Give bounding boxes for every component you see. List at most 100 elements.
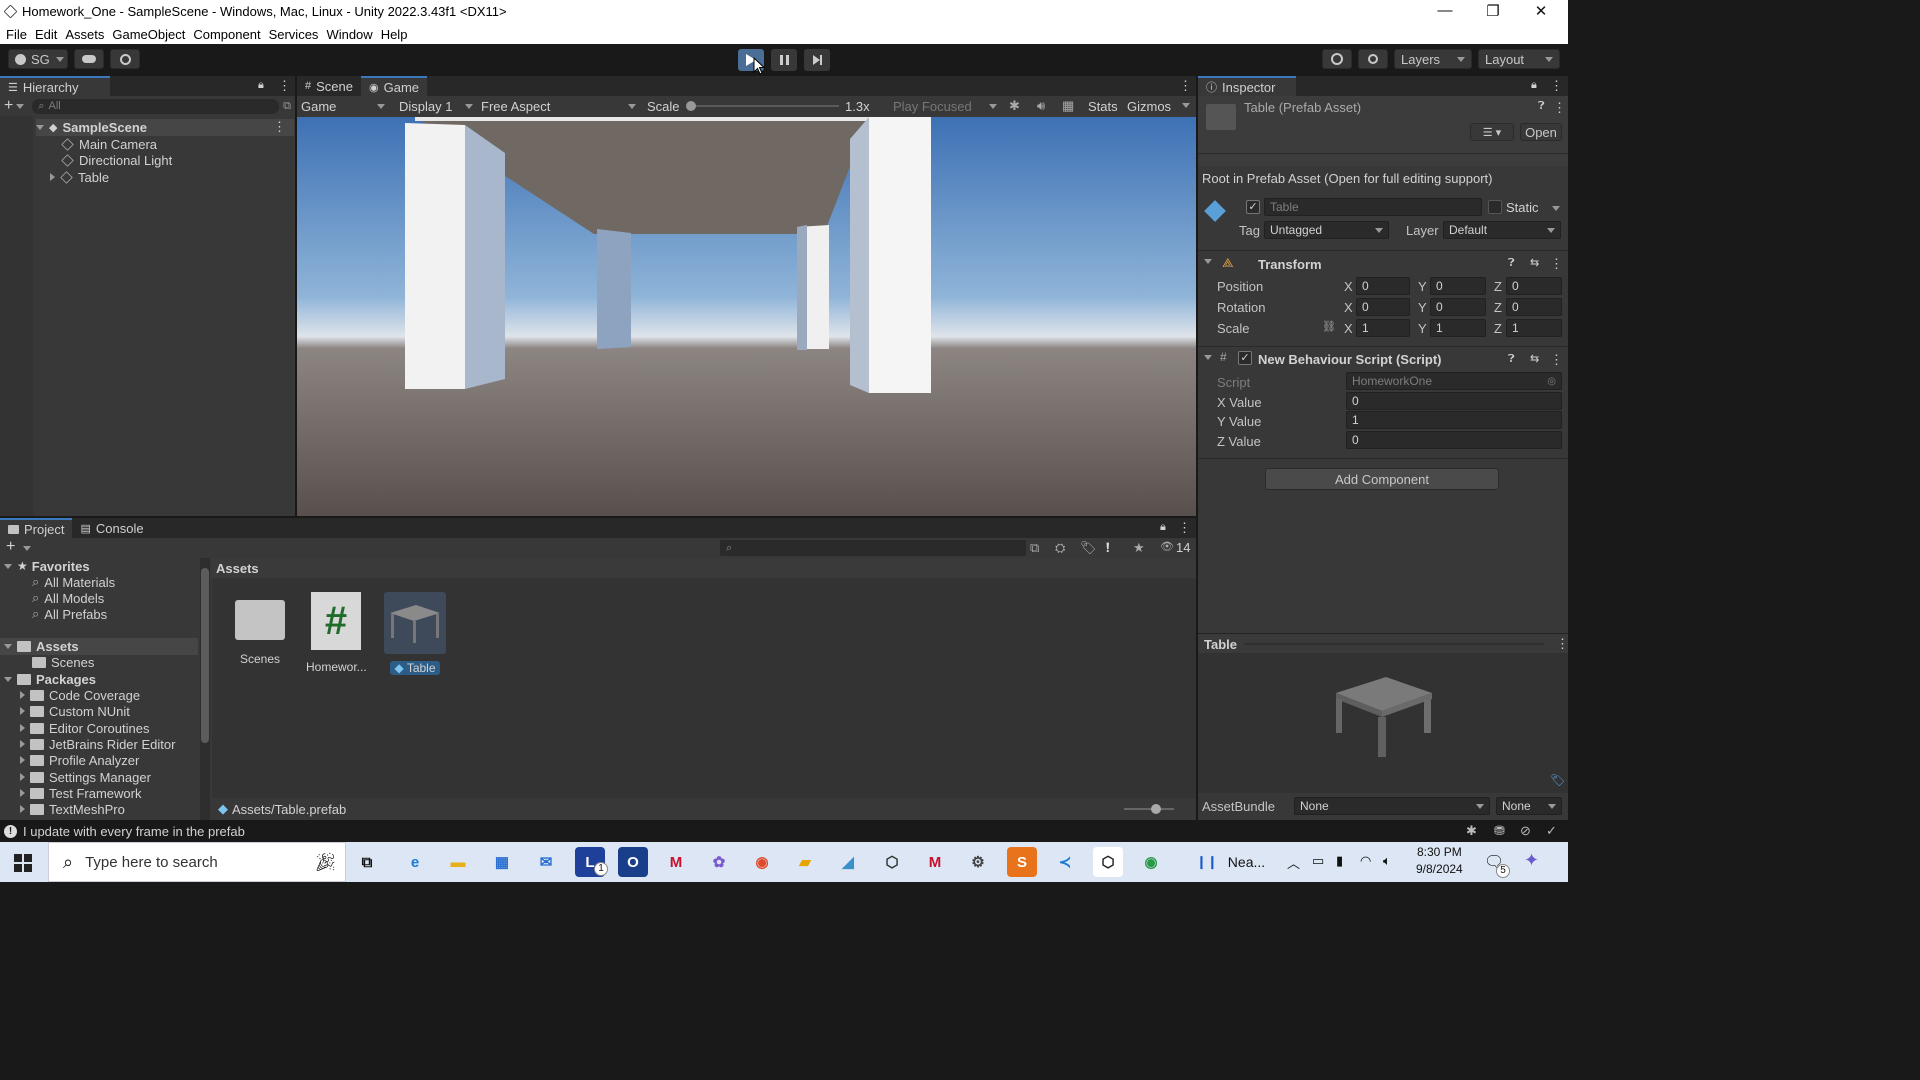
scene-row[interactable]: ◆ SampleScene ⋮ xyxy=(36,119,294,136)
hierarchy-item[interactable]: Directional Light xyxy=(61,152,172,169)
icon-size-slider-handle[interactable] xyxy=(1151,804,1161,814)
chevron-down-icon[interactable] xyxy=(23,546,31,551)
favorite-star-icon[interactable]: ★ xyxy=(1133,540,1145,556)
app-o-icon[interactable]: O xyxy=(618,847,648,877)
hierarchy-item[interactable]: Main Camera xyxy=(61,136,157,153)
account-dropdown[interactable]: SG xyxy=(8,49,68,69)
lock-icon[interactable]: 🔒︎ xyxy=(1531,79,1537,92)
name-field[interactable]: Table xyxy=(1264,198,1482,216)
add-component-button[interactable]: Add Component xyxy=(1265,468,1499,490)
expand-icon[interactable] xyxy=(20,805,25,814)
collapse-icon[interactable] xyxy=(1204,259,1212,264)
tab-inspector[interactable]: ⓘ Inspector xyxy=(1198,76,1296,96)
filter-type-icon[interactable]: ⛭ xyxy=(1055,540,1065,556)
link-icon[interactable]: ⛓ xyxy=(1322,320,1336,333)
expand-icon[interactable] xyxy=(4,643,12,649)
mail-icon[interactable]: ✉ xyxy=(531,847,561,877)
preview-area[interactable]: 🏷︎ xyxy=(1198,653,1568,793)
bug-icon[interactable]: ✱ xyxy=(1009,98,1020,114)
chrome-icon[interactable]: ◉ xyxy=(747,847,777,877)
settings-icon[interactable]: ⋮ xyxy=(1550,352,1563,368)
scale-slider-handle[interactable] xyxy=(686,101,696,111)
menu-component[interactable]: Component xyxy=(193,27,260,42)
meet-icon[interactable]: ▭ xyxy=(1312,853,1324,869)
status-message[interactable]: I update with every frame in the prefab xyxy=(23,824,245,839)
scale-z-field[interactable]: 1 xyxy=(1506,319,1562,337)
package-item[interactable]: TextMeshPro xyxy=(20,801,125,818)
active-checkbox[interactable]: ✓ xyxy=(1246,200,1260,214)
collab-button[interactable] xyxy=(110,49,140,69)
tab-console[interactable]: ▤ Console xyxy=(72,518,151,538)
settings-icon[interactable]: ⋮ xyxy=(1553,100,1566,116)
breadcrumb[interactable]: Assets xyxy=(212,558,1196,578)
lock-icon[interactable]: 🔒︎ xyxy=(1160,521,1166,534)
unity-hub-icon[interactable]: ⬡ xyxy=(877,847,907,877)
cache-icon[interactable]: ⛃ xyxy=(1494,823,1505,839)
cloud-button[interactable] xyxy=(74,49,104,69)
chevron-down-icon[interactable] xyxy=(1182,103,1190,108)
more-icon[interactable]: ⋮ xyxy=(1178,520,1191,536)
expand-icon[interactable] xyxy=(4,676,12,682)
rotation-x-field[interactable]: 0 xyxy=(1356,298,1410,316)
expand-icon[interactable] xyxy=(20,707,25,716)
edge-icon[interactable]: e xyxy=(400,847,430,877)
volume-icon[interactable]: 🔈︎ xyxy=(1383,853,1391,869)
expand-icon[interactable] xyxy=(20,789,25,798)
expand-icon[interactable] xyxy=(50,173,55,182)
layer-dropdown[interactable]: Default xyxy=(1443,221,1561,239)
copilot-app-icon[interactable]: ✿ xyxy=(704,847,734,877)
tab-scene[interactable]: # Scene xyxy=(297,76,361,96)
add-icon[interactable]: + xyxy=(4,97,13,115)
layout-dropdown[interactable]: Layout xyxy=(1478,49,1560,69)
z-value-field[interactable]: 0 xyxy=(1346,431,1562,449)
package-item[interactable]: Settings Manager xyxy=(20,769,151,786)
menu-help[interactable]: Help xyxy=(381,27,408,42)
more-icon[interactable]: ⋮ xyxy=(1550,78,1563,94)
y-value-field[interactable]: 1 xyxy=(1346,411,1562,429)
filter-label-icon[interactable]: 🏷︎ xyxy=(1080,540,1097,556)
search-by-type-icon[interactable]: ⧉ xyxy=(1030,540,1039,556)
weather-widget[interactable]: ❙❙ Nea... xyxy=(1196,852,1265,872)
scale-x-field[interactable]: 1 xyxy=(1356,319,1410,337)
package-item[interactable]: Custom NUnit xyxy=(20,703,130,720)
pause-button[interactable] xyxy=(771,49,797,71)
x-value-field[interactable]: 0 xyxy=(1346,392,1562,410)
visibility-icon[interactable]: 👁︎ xyxy=(1160,540,1174,553)
more-icon[interactable]: ⋮ xyxy=(1179,78,1192,94)
open-button[interactable]: Open xyxy=(1520,123,1562,141)
view-options-dropdown[interactable]: ☰ ▾ xyxy=(1470,123,1514,141)
wifi-icon[interactable]: ◠ xyxy=(1360,853,1371,869)
rotation-z-field[interactable]: 0 xyxy=(1506,298,1562,316)
script-field[interactable]: HomeworkOne ◎ xyxy=(1346,372,1562,390)
favorite-item[interactable]: ⌕ All Materials xyxy=(32,574,115,591)
package-item[interactable]: Code Coverage xyxy=(20,687,140,704)
assets-folder-row[interactable]: Assets xyxy=(0,638,198,655)
expand-icon[interactable] xyxy=(20,756,25,765)
layers-dropdown[interactable]: Layers xyxy=(1394,49,1472,69)
preset-icon[interactable]: ⇆ xyxy=(1530,352,1539,365)
expand-icon[interactable] xyxy=(20,724,25,733)
tab-game[interactable]: ◉ Game xyxy=(361,76,428,96)
label-tag-icon[interactable]: 🏷︎ xyxy=(1550,773,1565,787)
app-blue-icon[interactable]: ◢ xyxy=(833,847,863,877)
position-x-field[interactable]: 0 xyxy=(1356,277,1410,295)
package-item[interactable]: JetBrains Rider Editor xyxy=(20,736,175,753)
gizmos-button[interactable]: Gizmos xyxy=(1127,99,1171,114)
expand-icon[interactable] xyxy=(36,124,44,130)
asset-item-table[interactable]: ◆ Table xyxy=(376,592,454,675)
settings-icon[interactable]: ⋮ xyxy=(1550,256,1563,272)
expand-icon[interactable] xyxy=(20,773,25,782)
vscode-icon[interactable]: ≺ xyxy=(1050,847,1080,877)
sublime-icon[interactable]: S xyxy=(1007,847,1037,877)
add-icon[interactable]: + xyxy=(6,538,15,556)
history-button[interactable] xyxy=(1322,49,1352,69)
windows-start-icon[interactable] xyxy=(14,854,32,872)
tab-project[interactable]: Project xyxy=(0,518,73,538)
notes-icon[interactable]: ▰ xyxy=(790,847,820,877)
menu-window[interactable]: Window xyxy=(326,27,372,42)
static-checkbox[interactable] xyxy=(1488,200,1502,214)
chrome-icon-2[interactable]: ◉ xyxy=(1136,847,1166,877)
display-dropdown[interactable]: Display 1 xyxy=(399,99,473,114)
hierarchy-item[interactable]: Table xyxy=(50,169,109,186)
position-y-field[interactable]: 0 xyxy=(1430,277,1486,295)
